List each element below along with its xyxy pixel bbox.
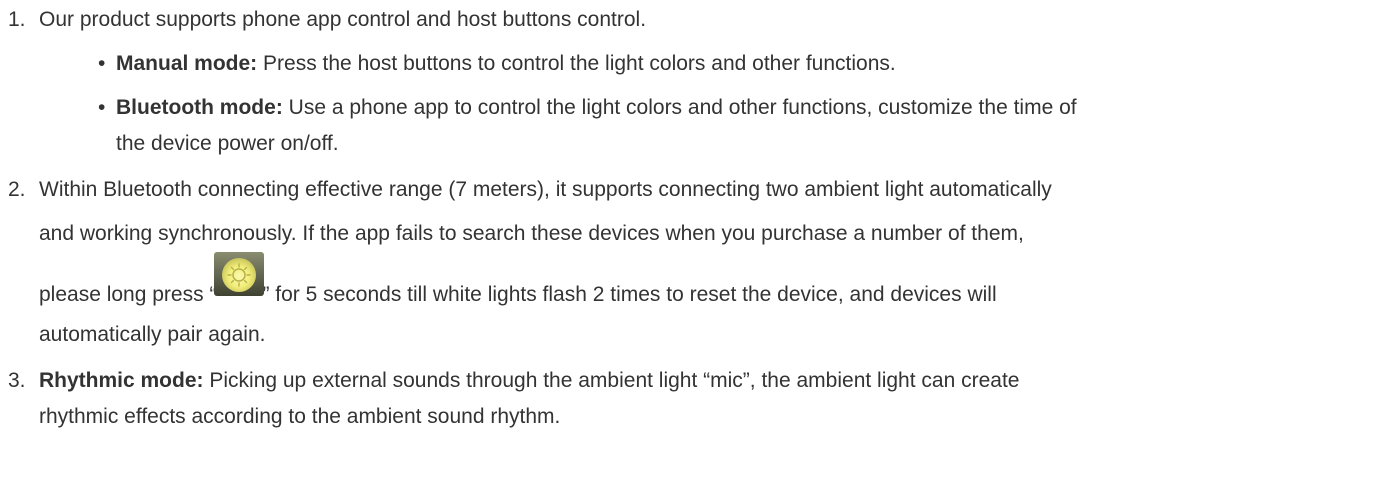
list-item-1: 1. Our product supports phone app contro… bbox=[0, 2, 1374, 162]
mode-label: Manual mode: bbox=[116, 52, 258, 75]
mode-label: Rhythmic mode: bbox=[39, 369, 204, 392]
numbered-list: 1. Our product supports phone app contro… bbox=[0, 2, 1374, 435]
light-button-icon bbox=[214, 252, 265, 296]
item-number: 1. bbox=[8, 8, 26, 31]
mode-description: Press the host buttons to control the li… bbox=[257, 52, 896, 75]
mode-description-cont: rhythmic effects according to the ambien… bbox=[39, 405, 561, 428]
item-number: 3. bbox=[8, 369, 26, 392]
instruction-document: 1. Our product supports phone app contro… bbox=[0, 0, 1374, 435]
mode-description: Use a phone app to control the light col… bbox=[282, 96, 1077, 119]
mode-description: Picking up external sounds through the a… bbox=[203, 369, 1020, 392]
list-item-2: 2. Within Bluetooth connecting effective… bbox=[0, 172, 1374, 353]
bullet: • bbox=[98, 96, 106, 119]
item-text: Our product supports phone app control a… bbox=[39, 8, 647, 31]
sub-item-manual-mode: • Manual mode: Press the host buttons to… bbox=[39, 46, 1374, 82]
item-text-line-4: automatically pair again. bbox=[39, 323, 266, 346]
item-text-line-2: and working synchronously. If the app fa… bbox=[39, 222, 1024, 245]
bullet: • bbox=[98, 52, 106, 75]
item-text-line-1: Within Bluetooth connecting effective ra… bbox=[39, 178, 1052, 201]
reset-text-before: please long press “ bbox=[39, 283, 217, 306]
mode-description-cont: the device power on/off. bbox=[116, 132, 339, 155]
item-number: 2. bbox=[8, 178, 26, 201]
mode-label: Bluetooth mode: bbox=[116, 96, 283, 119]
reset-text-after: ” for 5 seconds till white lights flash … bbox=[262, 283, 997, 306]
sub-item-bluetooth-mode: • Bluetooth mode: Use a phone app to con… bbox=[39, 90, 1374, 162]
sub-list: • Manual mode: Press the host buttons to… bbox=[39, 46, 1374, 162]
list-item-3: 3. Rhythmic mode: Picking up external so… bbox=[0, 363, 1374, 435]
item-text-line-3: please long press “ ” for 5 seconds till… bbox=[39, 252, 1374, 313]
